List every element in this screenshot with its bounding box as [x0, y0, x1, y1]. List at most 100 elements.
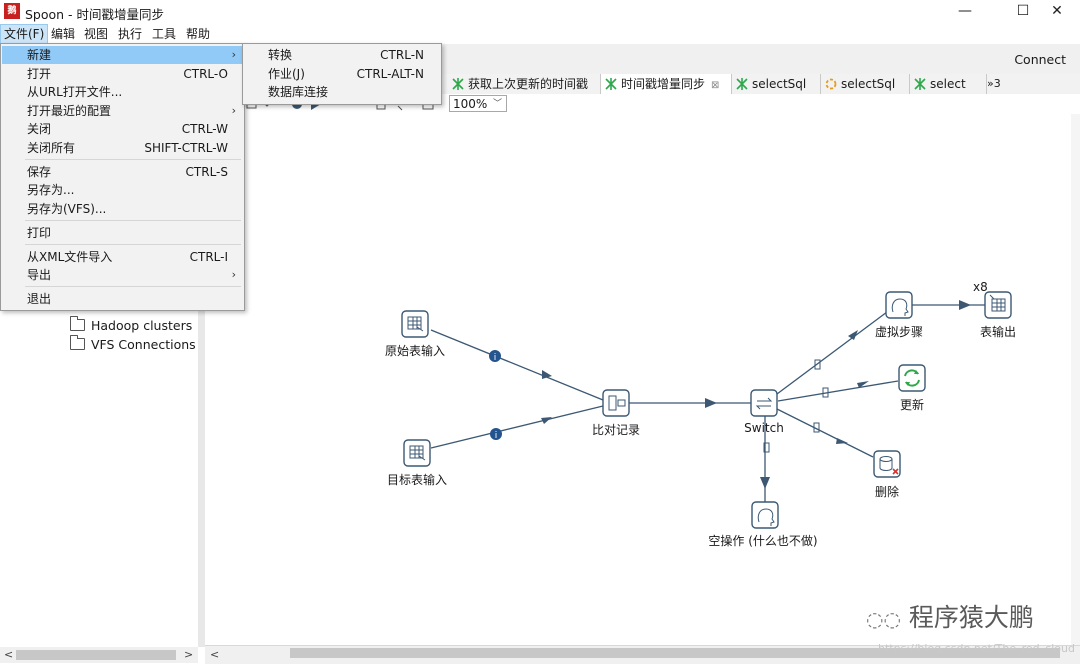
node-label-table-output[interactable]: 表输出: [980, 323, 1016, 340]
menu-separator: [25, 159, 241, 160]
transformation-icon: [736, 78, 748, 90]
folder-icon: [70, 335, 85, 350]
file-menu: 新建 › 打开 CTRL-O 从URL打开文件... 打开最近的配置 › 关闭 CTRL…: [0, 43, 245, 311]
scroll-right-icon[interactable]: >: [184, 648, 193, 661]
menu-file[interactable]: 文件(F): [0, 24, 49, 44]
node-label-update[interactable]: 更新: [900, 396, 924, 413]
zoom-select[interactable]: 100% ﹀: [449, 95, 507, 112]
tab-label: selectSql: [841, 77, 896, 91]
tab-selectsql-2[interactable]: selectSql: [821, 74, 910, 94]
tab-last-timestamp[interactable]: 获取上次更新的时间戳: [448, 74, 601, 94]
watermark-url: https://blog.csdn.net/The_red_cloud: [878, 642, 1075, 655]
copies-badge: x8: [973, 280, 988, 294]
title-bar: 鹅 Spoon - 时间戳增量同步 — ☐ ✕: [0, 0, 1080, 24]
menu-item-print[interactable]: 打印: [2, 224, 242, 242]
scroll-left-icon[interactable]: <: [4, 648, 13, 661]
tab-label: 获取上次更新的时间戳: [468, 77, 589, 91]
menu-view[interactable]: 视图: [81, 24, 111, 44]
canvas-vertical-scrollbar[interactable]: [1071, 114, 1080, 645]
watermark-text: 程序猿大鹏: [908, 603, 1034, 632]
tree-item-vfs-connections[interactable]: VFS Connections: [70, 335, 196, 353]
chevron-right-icon: ›: [231, 48, 236, 61]
submenu-item-transformation[interactable]: 转换 CTRL-N: [244, 46, 440, 64]
table-output-icon[interactable]: [984, 291, 1012, 319]
table-input-icon[interactable]: [401, 310, 429, 338]
chevron-right-icon: ›: [231, 268, 236, 281]
node-label-source-table-input[interactable]: 原始表输入: [385, 342, 445, 359]
folder-icon: [70, 316, 85, 331]
menu-bar: 文件(F) 编辑 视图 执行 工具 帮助: [0, 24, 1080, 44]
hop-arrow: [705, 398, 717, 408]
tab-overflow-button[interactable]: »3: [987, 74, 1001, 94]
menu-separator: [25, 220, 241, 221]
dummy-icon[interactable]: [885, 291, 913, 319]
chevron-down-icon: ﹀: [492, 99, 502, 109]
job-icon: [825, 78, 837, 90]
menu-edit[interactable]: 编辑: [48, 24, 78, 44]
node-label-target-table-input[interactable]: 目标表输入: [387, 471, 447, 488]
merge-rows-icon[interactable]: [602, 389, 630, 417]
node-label-dummy-step[interactable]: 虚拟步骤: [875, 323, 923, 340]
menu-item-close[interactable]: 关闭 CTRL-W: [2, 120, 242, 138]
tab-select[interactable]: select: [910, 74, 987, 94]
menu-run[interactable]: 执行: [115, 24, 145, 44]
info-icon-glyph: i: [494, 353, 497, 363]
menu-help[interactable]: 帮助: [183, 24, 213, 44]
menu-item-exit[interactable]: 退出: [2, 290, 242, 308]
scroll-left-icon[interactable]: <: [210, 648, 219, 661]
node-label-dummy-noop[interactable]: 空操作 (什么也不做): [708, 532, 817, 549]
node-label-merge-rows[interactable]: 比对记录: [592, 421, 640, 438]
menu-separator: [25, 244, 241, 245]
delete-icon[interactable]: [873, 450, 901, 478]
menu-item-open-url[interactable]: 从URL打开文件...: [2, 83, 242, 101]
tree-item-label: VFS Connections: [91, 336, 196, 352]
hop-target-merge[interactable]: [430, 405, 604, 449]
hop-arrow: [541, 417, 552, 424]
tab-label: 时间戳增量同步: [621, 77, 706, 91]
submenu-item-job[interactable]: 作业(J) CTRL-ALT-N: [244, 65, 440, 83]
transformation-icon: [452, 78, 464, 90]
minimize-button[interactable]: —: [942, 0, 988, 24]
zoom-value: 100%: [453, 97, 488, 111]
hop-switch-update[interactable]: [777, 380, 899, 402]
hop-arrow: [760, 477, 770, 489]
tab-selectsql-1[interactable]: selectSql: [732, 74, 821, 94]
hop-source-merge[interactable]: [430, 329, 604, 401]
node-label-switch[interactable]: Switch: [744, 421, 784, 435]
update-icon[interactable]: [898, 364, 926, 392]
menu-item-save[interactable]: 保存 CTRL-S: [2, 163, 242, 181]
hop-diagram: i i x8: [401, 280, 1012, 529]
spoon-app-icon: 鹅: [4, 3, 20, 19]
chevron-right-icon: ›: [231, 104, 236, 117]
wechat-icon: ◌◌: [866, 607, 901, 631]
hop-arrow: [836, 438, 848, 444]
watermark: ◌◌ 程序猿大鹏: [866, 598, 1034, 634]
connect-button[interactable]: Connect: [1014, 52, 1066, 67]
dummy-icon[interactable]: [751, 501, 779, 529]
hop-arrow: [959, 300, 971, 310]
close-tab-icon[interactable]: ⊠: [711, 80, 719, 91]
menu-item-close-all[interactable]: 关闭所有 SHIFT-CTRL-W: [2, 139, 242, 157]
menu-tools[interactable]: 工具: [149, 24, 179, 44]
tab-timestamp-sync[interactable]: 时间戳增量同步 ⊠: [601, 74, 732, 94]
tree-item-hadoop-clusters[interactable]: Hadoop clusters: [70, 316, 192, 334]
submenu-item-db-connection[interactable]: 数据库连接: [244, 83, 440, 101]
menu-item-save-as-vfs[interactable]: 另存为(VFS)...: [2, 200, 242, 218]
table-input-icon[interactable]: [403, 439, 431, 467]
hop-switch-dummy1[interactable]: [776, 311, 888, 395]
close-button[interactable]: ✕: [1034, 0, 1080, 24]
transformation-canvas[interactable]: i i x8 原始表输入 目标表输入 比对记录 Switch 虚拟步骤 表输出 …: [205, 114, 1071, 645]
window-title: Spoon - 时间戳增量同步: [25, 7, 165, 22]
explorer-scroll-thumb[interactable]: [16, 650, 176, 660]
menu-item-import-xml[interactable]: 从XML文件导入 CTRL-I: [2, 248, 242, 266]
switch-case-icon[interactable]: [750, 389, 778, 417]
new-submenu: 转换 CTRL-N 作业(J) CTRL-ALT-N 数据库连接: [242, 43, 442, 105]
tab-label: selectSql: [752, 77, 807, 91]
node-label-delete[interactable]: 删除: [875, 483, 899, 500]
menu-item-new[interactable]: 新建 ›: [2, 46, 242, 64]
menu-item-save-as[interactable]: 另存为...: [2, 181, 242, 199]
menu-item-open[interactable]: 打开 CTRL-O: [2, 65, 242, 83]
menu-item-recent[interactable]: 打开最近的配置 ›: [2, 102, 242, 120]
menu-item-export[interactable]: 导出 ›: [2, 266, 242, 284]
hop-switch-delete[interactable]: [776, 408, 874, 458]
